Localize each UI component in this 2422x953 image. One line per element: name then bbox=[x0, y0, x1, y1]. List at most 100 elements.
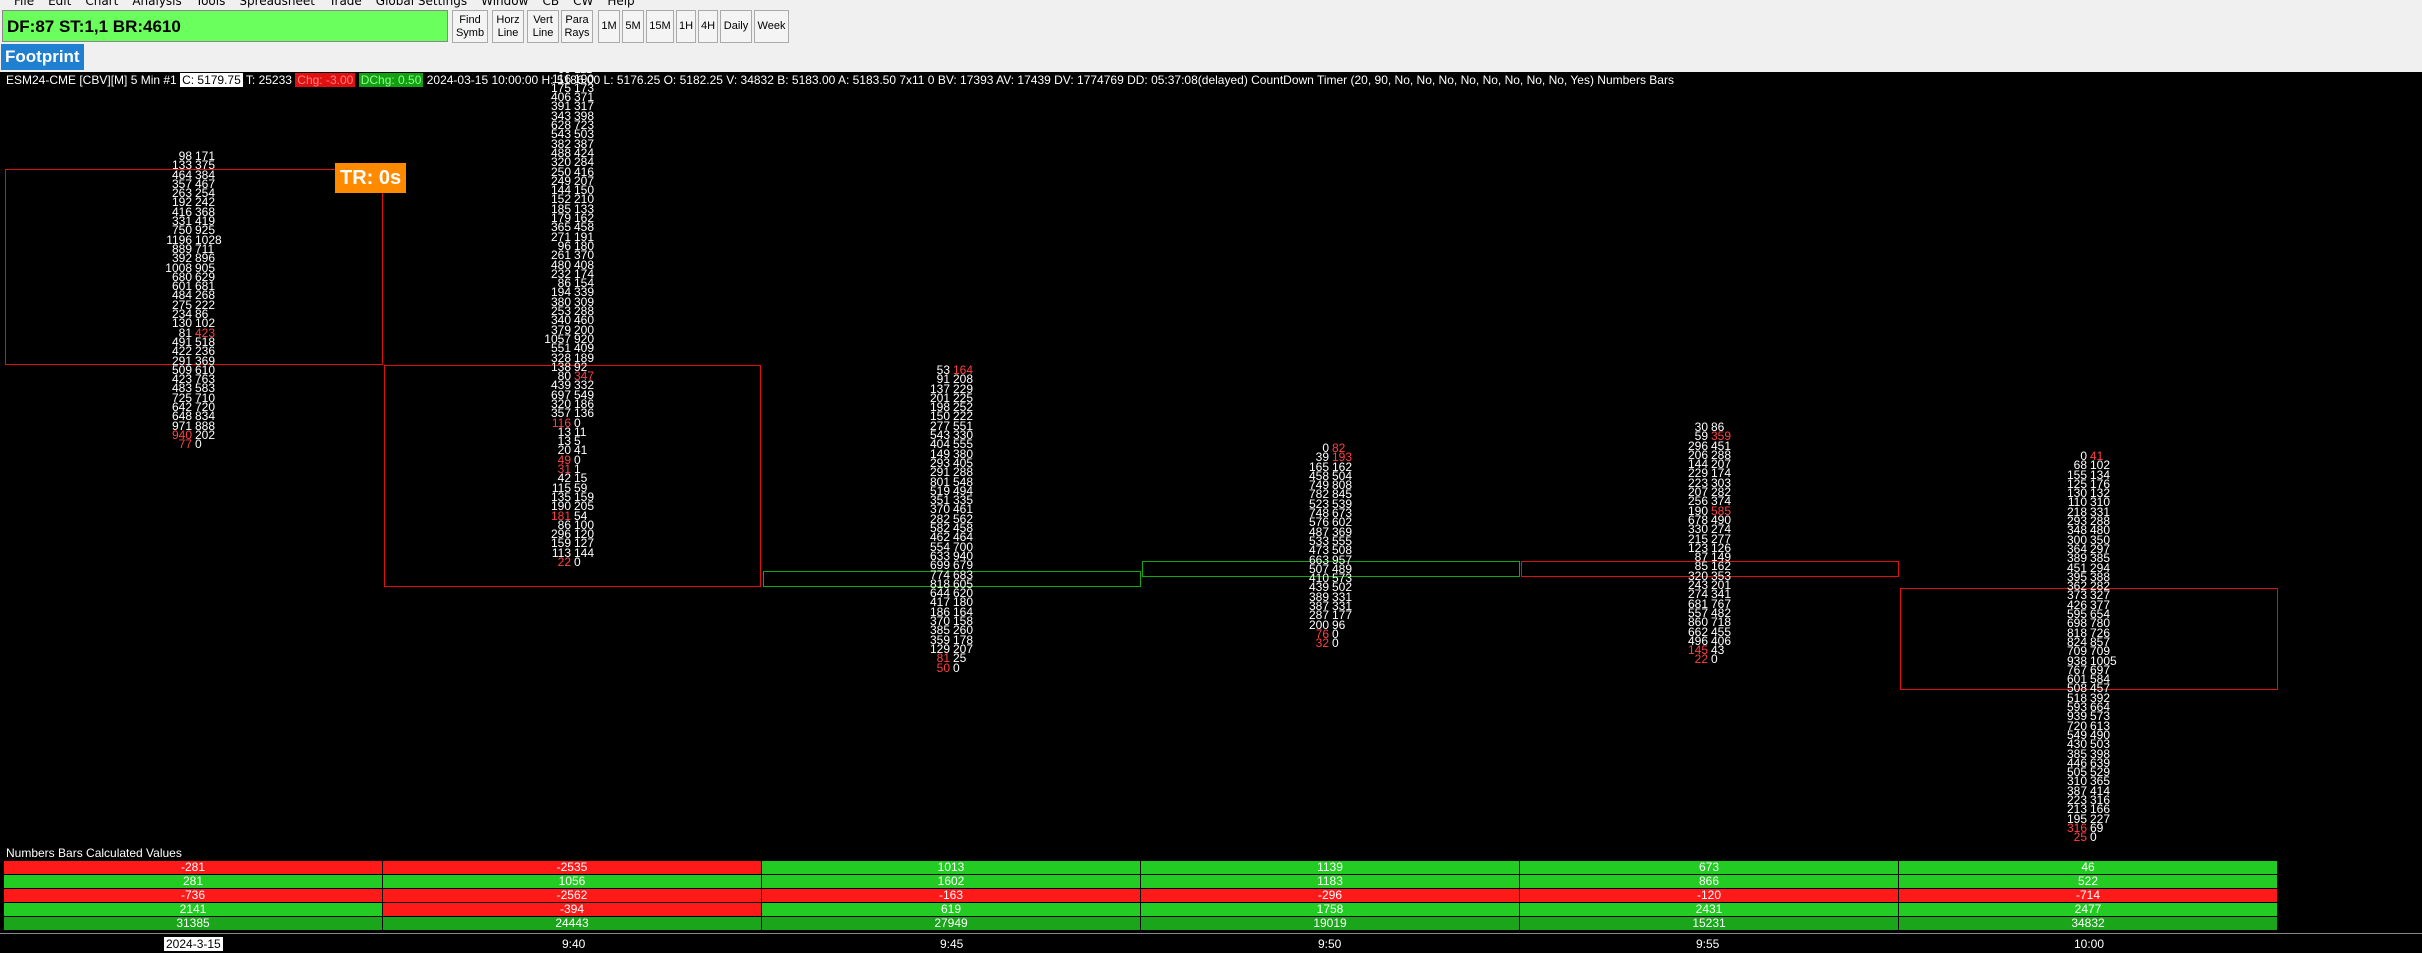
numbers-bars-cell: 522 bbox=[1899, 875, 2278, 888]
trades-value: T: 25233 bbox=[245, 73, 292, 87]
price-level-row: 22 0 bbox=[1680, 652, 1739, 667]
chart-header: ESM24-CME [CBV][M] 5 Min #1 C: 5179.75 T… bbox=[6, 72, 1674, 88]
numbers-bars-cell: 2141 bbox=[4, 903, 383, 916]
numbers-bars-cell: 19019 bbox=[1141, 917, 1520, 930]
menu-item[interactable]: Tools bbox=[196, 0, 226, 7]
ask-volume: 0 bbox=[574, 555, 581, 570]
numbers-bars-cell: -394 bbox=[383, 903, 762, 916]
parallel-rays-button[interactable]: Para Rays bbox=[561, 10, 593, 43]
price-level-row: 129 207 bbox=[922, 643, 981, 655]
numbers-bars-cell: 673 bbox=[1520, 861, 1899, 874]
bid-volume: 22 bbox=[557, 555, 571, 570]
footprint-column: 98 171 133 375 464 384 357 467 263 254 192 242 416 36… bbox=[164, 150, 223, 452]
timeframe-1m-button[interactable]: 1M bbox=[598, 10, 620, 43]
toolbar: DF:87 ST:1,1 BR:4610 Find Symb Horz Line V… bbox=[0, 8, 2422, 47]
price-level-row: 50 0 bbox=[922, 660, 981, 675]
numbers-bars-cell: 15231 bbox=[1520, 917, 1899, 930]
timeframe-daily-button[interactable]: Daily bbox=[720, 10, 752, 43]
numbers-bars-cell: -2535 bbox=[383, 861, 762, 874]
timeframe-15m-button[interactable]: 15M bbox=[646, 10, 674, 43]
numbers-bars-cell: -714 bbox=[1899, 889, 2278, 902]
vertical-line-label: Vert Line bbox=[532, 13, 554, 39]
numbers-bars-cell: 24443 bbox=[383, 917, 762, 930]
footprint-column: 30 86 59 359 296 451 206 288 144 207 229 174 223 303 2… bbox=[1680, 421, 1739, 667]
numbers-bars-cell: 1602 bbox=[762, 875, 1141, 888]
menu-bar: File Edit Chart Analysis Tools Spreadsheet Tra… bbox=[0, 0, 2422, 8]
tab-footprint[interactable]: Footprint bbox=[1, 44, 84, 70]
chart-area[interactable]: ESM24-CME [CBV][M] 5 Min #1 C: 5179.75 T… bbox=[0, 72, 2422, 953]
numbers-bars-cell: 1013 bbox=[762, 861, 1141, 874]
numbers-bars-cell: 46 bbox=[1899, 861, 2278, 874]
bid-volume: 25 bbox=[2073, 830, 2087, 845]
numbers-bars-cell: 619 bbox=[762, 903, 1141, 916]
daily-change-value: DChg: 0.50 bbox=[358, 73, 424, 87]
numbers-bars-cell: 281 bbox=[4, 875, 383, 888]
footprint-column: 0316911111619017517340637139131734339862… bbox=[543, 72, 602, 570]
find-symbol-button[interactable]: Find Symb bbox=[452, 10, 488, 43]
price-level-row: 116 0 bbox=[543, 416, 602, 428]
status-indicator: DF:87 ST:1,1 BR:4610 bbox=[2, 10, 448, 42]
numbers-bars-row: -281 -2535 1013 1139 673 46 bbox=[4, 861, 2281, 874]
countdown-timer: TR: 0s bbox=[335, 163, 407, 193]
numbers-bars-cell: 2431 bbox=[1520, 903, 1899, 916]
ask-volume: 0 bbox=[1332, 636, 1339, 651]
menu-item[interactable]: Window bbox=[481, 0, 528, 7]
ask-volume: 0 bbox=[953, 660, 960, 675]
numbers-bars-cell: 31385 bbox=[4, 917, 383, 930]
price-level-row: 49 0 bbox=[543, 454, 602, 466]
numbers-bars-cell: 34832 bbox=[1899, 917, 2278, 930]
ask-volume: 0 bbox=[1711, 652, 1718, 667]
vertical-line-button[interactable]: Vert Line bbox=[527, 10, 559, 43]
bid-volume: 77 bbox=[178, 437, 192, 452]
numbers-bars-row: -736 -2562 -163 -296 -120 -714 bbox=[4, 889, 2281, 902]
price-level-row: 145 43 bbox=[1680, 644, 1739, 656]
timeframe-5m-button[interactable]: 5M bbox=[622, 10, 644, 43]
price-level-row: 25 0 bbox=[2059, 830, 2118, 845]
axis-tick: 9:55 bbox=[1696, 937, 1720, 951]
price-level-row: 22 0 bbox=[543, 555, 602, 570]
price-level-row: 20 41 bbox=[543, 444, 602, 456]
price-level-row: 81 25 bbox=[922, 652, 981, 664]
find-symbol-label: Find Symb bbox=[455, 13, 485, 39]
menu-item[interactable]: CW bbox=[573, 0, 593, 7]
menu-item[interactable]: Edit bbox=[48, 0, 71, 7]
menu-item[interactable]: Help bbox=[607, 0, 634, 7]
numbers-bars-cell: -2562 bbox=[383, 889, 762, 902]
timeframe-4h-button[interactable]: 4H bbox=[698, 10, 718, 43]
numbers-bars-cell: 27949 bbox=[762, 917, 1141, 930]
price-level-row: 113 144 bbox=[543, 547, 602, 559]
menu-item[interactable]: Chart bbox=[85, 0, 118, 7]
symbol-label: ESM24-CME [CBV][M] 5 Min #1 bbox=[6, 73, 177, 87]
price-level-row: 32 0 bbox=[1301, 636, 1360, 651]
horizontal-line-button[interactable]: Horz Line bbox=[492, 10, 524, 43]
axis-date: 2024-3-15 bbox=[164, 937, 223, 951]
bar-info: 2024-03-15 10:00:00 H: 5186.00 L: 5176.2… bbox=[426, 73, 1674, 87]
footprint-column: 0 41 68 102 155 134 125 176 130 132 110 310 218 331 29… bbox=[2059, 450, 2118, 845]
price-level-row: 77 0 bbox=[164, 437, 223, 452]
bid-volume: 50 bbox=[936, 660, 950, 675]
timeframe-1h-button[interactable]: 1H bbox=[676, 10, 696, 43]
close-value: C: 5179.75 bbox=[180, 73, 243, 87]
numbers-bars-cell: 1056 bbox=[383, 875, 762, 888]
menu-item[interactable]: Analysis bbox=[132, 0, 181, 7]
menu-item[interactable]: Global Settings bbox=[376, 0, 467, 7]
price-level-row: 200 96 bbox=[1301, 618, 1360, 630]
menu-item[interactable]: Trade bbox=[329, 0, 362, 7]
price-level-row: 13 5 bbox=[543, 435, 602, 447]
numbers-bars-title: Numbers Bars Calculated Values bbox=[6, 846, 182, 860]
numbers-bars-cell: -296 bbox=[1141, 889, 1520, 902]
menu-item[interactable]: Spreadsheet bbox=[239, 0, 315, 7]
menu-item[interactable]: File bbox=[14, 0, 34, 7]
menu-item[interactable]: CB bbox=[542, 0, 559, 7]
footprint-column: 0 82 39 193 165 162 458 504 749 808 782 845 523 539 74… bbox=[1301, 442, 1360, 651]
numbers-bars-cell: -281 bbox=[4, 861, 383, 874]
price-level-row: 316 69 bbox=[2059, 822, 2118, 834]
numbers-bars-row: 281 1056 1602 1183 866 522 bbox=[4, 875, 2281, 888]
numbers-bars-cell: -736 bbox=[4, 889, 383, 902]
bid-volume: 32 bbox=[1315, 636, 1329, 651]
price-level-row: 76 0 bbox=[1301, 628, 1360, 640]
price-level-row: 13 11 bbox=[543, 426, 602, 438]
parallel-rays-label: Para Rays bbox=[564, 13, 590, 39]
change-value: Chg: -3.00 bbox=[295, 73, 356, 87]
timeframe-week-button[interactable]: Week bbox=[754, 10, 789, 43]
